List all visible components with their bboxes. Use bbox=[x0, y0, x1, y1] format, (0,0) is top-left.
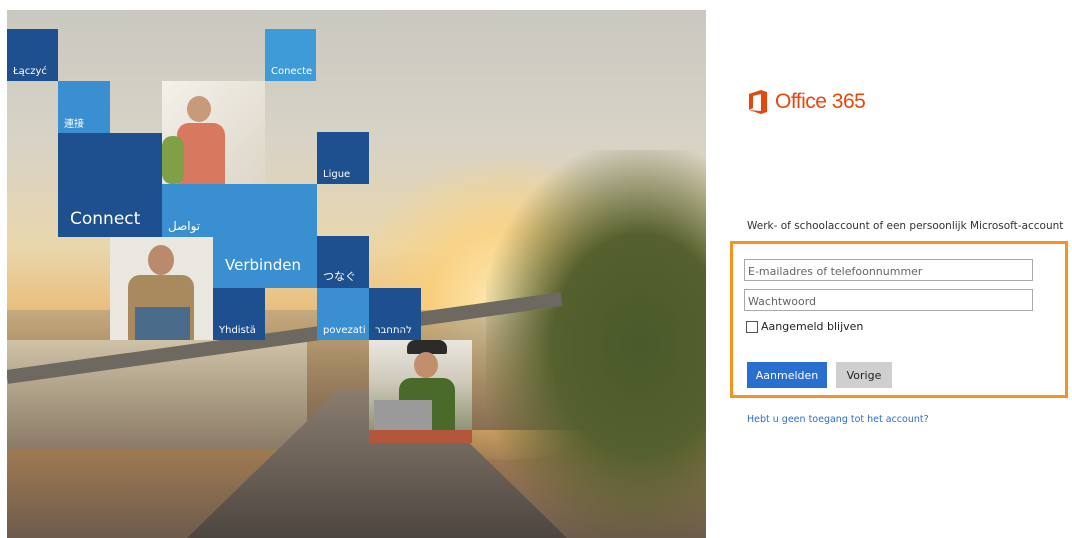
tile-connect: Connect bbox=[58, 133, 162, 237]
tile-tsunagu: つなぐ bbox=[317, 236, 369, 288]
password-placeholder: Wachtwoord bbox=[748, 295, 817, 308]
palm-trees bbox=[486, 150, 706, 538]
email-placeholder: E-mailadres of telefoonnummer bbox=[748, 265, 923, 278]
tile-label: Connect bbox=[70, 209, 141, 229]
tile-label: Łączyć bbox=[13, 66, 47, 77]
account-description: Werk- of schoolaccount of een persoonlij… bbox=[747, 220, 1064, 232]
photo-man-laptop bbox=[369, 340, 472, 443]
tile-ligue: Ligue bbox=[317, 132, 369, 184]
tile-lehitchaber: להתחבר bbox=[369, 288, 421, 340]
office-365-logo: Office 365 bbox=[747, 89, 866, 115]
password-field[interactable]: Wachtwoord bbox=[744, 289, 1033, 311]
tile-label: Conecte bbox=[271, 66, 313, 77]
tile-label: つなぐ bbox=[323, 270, 356, 283]
tile-tawasal: تواصل bbox=[162, 184, 213, 237]
brand-name: Office 365 bbox=[775, 90, 866, 113]
photo-man-phone bbox=[110, 237, 213, 340]
tile-label: Ligue bbox=[323, 169, 351, 180]
tile-label: 連接 bbox=[64, 119, 84, 130]
photo-woman-reading bbox=[162, 81, 265, 184]
signin-button[interactable]: Aanmelden bbox=[747, 362, 827, 388]
checkbox-square[interactable] bbox=[746, 320, 758, 333]
tile-yhdista: Yhdistä bbox=[213, 288, 265, 340]
keep-signed-in-checkbox[interactable]: Aangemeld blijven bbox=[746, 320, 863, 333]
tile-lianjie: 連接 bbox=[58, 81, 110, 133]
email-field[interactable]: E-mailadres of telefoonnummer bbox=[744, 259, 1033, 281]
hero-image: Łączyć 連接 Conecte Connect تواصل Ligue Ve… bbox=[7, 10, 706, 538]
tile-povezati: povezati bbox=[317, 288, 369, 340]
tile-laczyc: Łączyć bbox=[7, 29, 58, 81]
tile-label: تواصل bbox=[168, 219, 201, 233]
tile-label: להתחבר bbox=[375, 325, 412, 336]
tile-label: Verbinden bbox=[225, 256, 301, 274]
tile-verbinden: Verbinden bbox=[213, 184, 317, 288]
no-access-link[interactable]: Hebt u geen toegang tot het account? bbox=[747, 414, 929, 425]
tile-label: Yhdistä bbox=[219, 325, 256, 336]
keep-signed-in-label: Aangemeld blijven bbox=[761, 320, 864, 333]
tile-conecte: Conecte bbox=[265, 29, 316, 81]
tile-label: povezati bbox=[323, 325, 366, 336]
office-logo-icon bbox=[747, 89, 769, 115]
back-button[interactable]: Vorige bbox=[836, 362, 892, 388]
